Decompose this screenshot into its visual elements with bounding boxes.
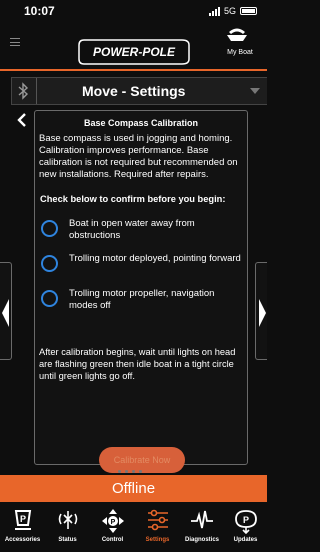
chevron-right-icon	[259, 299, 266, 327]
checklist-item-open-water[interactable]: Boat in open water away from obstruction…	[41, 218, 245, 246]
tab-status[interactable]: Status	[45, 502, 90, 552]
bluetooth-icon[interactable]	[17, 82, 29, 100]
dialog-check-heading: Check below to confirm before you begin:	[40, 194, 226, 204]
selector-title: Move - Settings	[82, 83, 186, 99]
control-icon: P	[101, 509, 124, 533]
logo-text: POWER-POLE	[93, 45, 176, 59]
radio-open-water[interactable]	[41, 220, 58, 237]
dialog-note: After calibration begins, wait until lig…	[39, 347, 236, 381]
tab-control[interactable]: P Control	[90, 502, 135, 552]
svg-text:P: P	[242, 515, 248, 525]
accessories-icon: P	[14, 510, 31, 530]
tab-label: Updates	[233, 537, 258, 543]
updates-icon: P	[234, 510, 257, 534]
svg-text:P: P	[110, 519, 115, 526]
previous-panel-tab[interactable]	[0, 262, 12, 360]
status-bar: 10:07 5G	[0, 0, 267, 22]
chevron-left-icon	[2, 299, 9, 327]
status-indicators: 5G	[208, 6, 257, 16]
battery-icon	[240, 7, 257, 15]
connection-status-bar: Offline	[0, 475, 267, 502]
network-label: 5G	[223, 6, 236, 16]
dialog-intro: Base compass is used in jogging and homi…	[39, 133, 238, 180]
dialog-title: Base Compass Calibration	[83, 118, 199, 128]
app-header: POWER-POLE My Boat	[0, 22, 267, 66]
tab-accessories[interactable]: P Accessories	[0, 502, 45, 552]
diagnostics-icon	[191, 510, 213, 529]
tab-label: Settings	[145, 537, 170, 543]
tab-updates[interactable]: P Updates	[224, 502, 267, 552]
my-boat-label[interactable]: My Boat	[218, 49, 262, 56]
menu-icon[interactable]	[10, 38, 20, 46]
calibration-dialog: Base Compass Calibration Base compass is…	[34, 110, 248, 473]
checklist-item-motor-deployed[interactable]: Trolling motor deployed, pointing forwar…	[41, 253, 245, 281]
calibrate-button[interactable]: Calibrate Now	[99, 447, 185, 473]
tab-settings[interactable]: Settings	[135, 502, 180, 552]
chevron-down-icon[interactable]	[250, 88, 260, 94]
settings-icon	[147, 509, 168, 531]
signal-icon	[208, 6, 220, 16]
tab-diagnostics[interactable]: Diagnostics	[180, 502, 224, 552]
bottom-tab-bar: P Accessories Status P Control Settings	[0, 502, 267, 552]
tab-label: Control	[101, 537, 124, 543]
page-indicator	[118, 470, 142, 473]
checklist-label: Trolling motor propeller, navigation mod…	[69, 288, 215, 311]
status-icon	[58, 511, 77, 529]
radio-propeller-off[interactable]	[41, 290, 58, 307]
tab-label: Accessories	[4, 537, 41, 543]
svg-text:P: P	[19, 514, 25, 524]
checklist-label: Trolling motor deployed, pointing forwar…	[69, 253, 241, 264]
power-pole-logo: POWER-POLE	[78, 39, 190, 65]
back-arrow-icon[interactable]	[17, 113, 27, 127]
next-panel-tab[interactable]	[255, 262, 267, 360]
checklist-item-propeller-off[interactable]: Trolling motor propeller, navigation mod…	[41, 288, 245, 316]
status-time: 10:07	[24, 4, 55, 18]
header-divider	[0, 69, 267, 71]
tab-label: Diagnostics	[184, 537, 219, 543]
boat-icon[interactable]	[226, 26, 248, 42]
selector-divider	[36, 78, 37, 104]
checklist-label: Boat in open water away from obstruction…	[69, 218, 195, 241]
mode-selector[interactable]: Move - Settings	[11, 77, 267, 105]
tab-label: Status	[58, 537, 77, 543]
radio-motor-deployed[interactable]	[41, 255, 58, 272]
